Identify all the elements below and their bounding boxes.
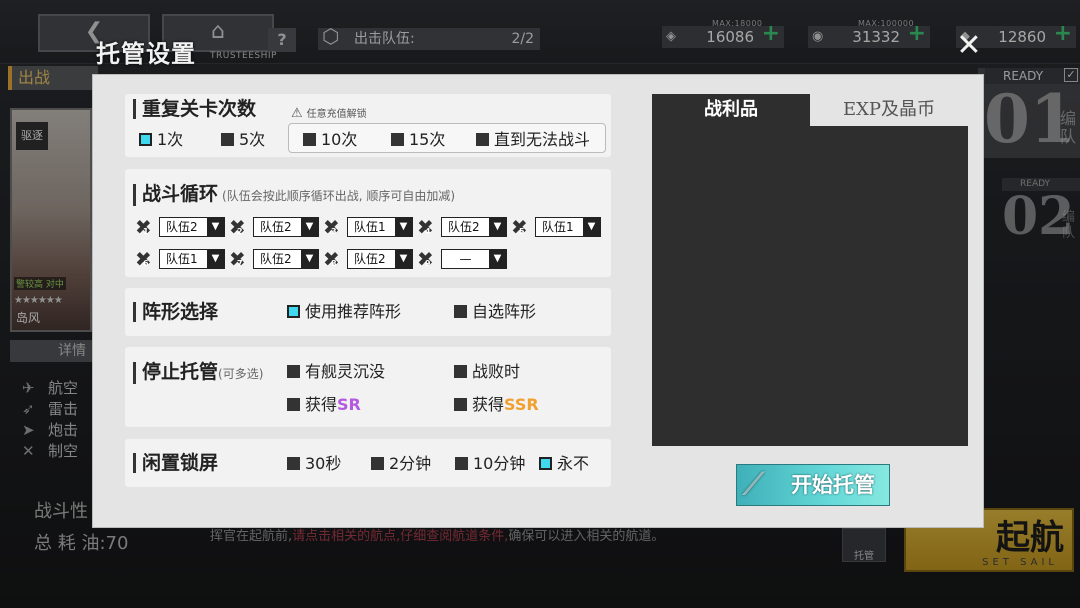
cycle-select[interactable]: 队伍1 ▼ — [347, 217, 413, 237]
checkbox[interactable] — [454, 365, 467, 378]
fleet-slot-icon: ✖ 4 — [417, 215, 434, 239]
cycle-description: (队伍会按此顺序循环出战, 顺序可自由加减) — [222, 189, 456, 203]
tab-loot[interactable]: 战利品 — [652, 94, 810, 126]
fleet-slot-icon: ✖ 9 — [417, 247, 434, 271]
dropdown-arrow-icon: ▼ — [395, 218, 412, 236]
cycle-select[interactable]: 队伍2 ▼ — [159, 217, 225, 237]
checkbox[interactable] — [287, 305, 300, 318]
chevron-decoration-icon: ⟋ — [743, 467, 764, 502]
stop-on-ssr[interactable]: 获得SSR — [454, 396, 539, 414]
idle-title: 闲置锁屏 — [133, 453, 218, 473]
formation-recommended[interactable]: 使用推荐阵形 — [287, 303, 401, 321]
close-x-icon: ✕ — [956, 28, 982, 63]
stop-section: 停止托管(可多选) 有舰灵沉没 战败时 获得SR 获得SSR — [125, 347, 611, 427]
checkbox[interactable] — [221, 133, 234, 146]
stop-on-defeat[interactable]: 战败时 — [454, 363, 520, 381]
stop-note: (可多选) — [218, 367, 264, 381]
checkbox[interactable] — [371, 457, 384, 470]
idle-10min[interactable]: 10分钟 — [455, 455, 525, 473]
cycle-select[interactable]: 队伍1 ▼ — [535, 217, 601, 237]
repeat-warning: ⚠ 任意充值解锁 — [291, 106, 367, 121]
dropdown-arrow-icon: ▼ — [301, 218, 318, 236]
repeat-title: 重复关卡次数 — [133, 99, 256, 119]
start-trusteeship-button[interactable]: ⟋ 开始托管 — [736, 464, 890, 506]
cycle-title: 战斗循环 (队伍会按此顺序循环出战, 顺序可自由加减) — [133, 184, 455, 206]
cycle-select[interactable]: — ▼ — [441, 249, 507, 269]
checkbox[interactable] — [287, 365, 300, 378]
checkbox[interactable] — [476, 133, 489, 146]
cycle-select[interactable]: 队伍2 ▼ — [441, 217, 507, 237]
dropdown-arrow-icon: ▼ — [583, 218, 600, 236]
idle-never[interactable]: 永不 — [539, 455, 589, 473]
fleet-slot-icon: ✖ 3 — [323, 215, 340, 239]
dropdown-arrow-icon: ▼ — [489, 218, 506, 236]
fleet-slot-icon: ✖ 5 — [511, 215, 528, 239]
dropdown-arrow-icon: ▼ — [207, 218, 224, 236]
checkbox[interactable] — [287, 398, 300, 411]
checkbox[interactable] — [454, 305, 467, 318]
checkbox[interactable] — [287, 457, 300, 470]
formation-title: 阵形选择 — [133, 302, 218, 322]
stop-title: 停止托管(可多选) — [133, 362, 263, 384]
stop-on-sr[interactable]: 获得SR — [287, 396, 361, 414]
modal-subtitle: TRUSTEESHIP — [210, 51, 277, 61]
loot-panel: 战利品 EXP及晶币 — [652, 94, 968, 446]
checkbox[interactable] — [454, 398, 467, 411]
modal-title: 托管设置 — [96, 40, 196, 68]
repeat-option-until-unable[interactable]: 直到无法战斗 — [476, 131, 590, 149]
idle-30s[interactable]: 30秒 — [287, 455, 341, 473]
repeat-section: 重复关卡次数 ⚠ 任意充值解锁 1次 5次 10次 15次 直到无法战斗 — [125, 94, 611, 157]
checkbox[interactable] — [139, 133, 152, 146]
stop-on-sunk[interactable]: 有舰灵沉没 — [287, 363, 385, 381]
fleet-slot-icon: ✖ 6 — [135, 247, 152, 271]
dropdown-arrow-icon: ▼ — [207, 250, 224, 268]
checkbox[interactable] — [455, 457, 468, 470]
repeat-option-5[interactable]: 5次 — [221, 131, 265, 149]
cycle-select[interactable]: 队伍2 ▼ — [253, 217, 319, 237]
idle-section: 闲置锁屏 30秒 2分钟 10分钟 永不 — [125, 439, 611, 487]
cycle-select[interactable]: 队伍2 ▼ — [347, 249, 413, 269]
formation-section: 阵形选择 使用推荐阵形 自选阵形 — [125, 288, 611, 336]
close-button[interactable]: ✕ — [954, 31, 984, 62]
fleet-slot-icon: ✖ 7 — [229, 247, 246, 271]
cycle-select[interactable]: 队伍2 ▼ — [253, 249, 319, 269]
idle-2min[interactable]: 2分钟 — [371, 455, 431, 473]
dropdown-arrow-icon: ▼ — [489, 250, 506, 268]
repeat-option-10[interactable]: 10次 — [303, 131, 357, 149]
fleet-slot-icon: ✖ 8 — [323, 247, 340, 271]
repeat-option-1[interactable]: 1次 — [139, 131, 183, 149]
checkbox[interactable] — [303, 133, 316, 146]
cycle-select[interactable]: 队伍1 ▼ — [159, 249, 225, 269]
tab-exp-crystal[interactable]: EXP及晶币 — [810, 94, 968, 126]
repeat-option-15[interactable]: 15次 — [391, 131, 445, 149]
formation-custom[interactable]: 自选阵形 — [454, 303, 536, 321]
cycle-section: 战斗循环 (队伍会按此顺序循环出战, 顺序可自由加减) ✖ 1 队伍2 ▼ ✖ 2 队伍… — [125, 169, 611, 277]
dropdown-arrow-icon: ▼ — [395, 250, 412, 268]
checkbox[interactable] — [391, 133, 404, 146]
dropdown-arrow-icon: ▼ — [301, 250, 318, 268]
warning-icon: ⚠ — [291, 106, 303, 121]
fleet-slot-icon: ✖ 2 — [229, 215, 246, 239]
fleet-slot-icon: ✖ 1 — [135, 215, 152, 239]
checkbox[interactable] — [539, 457, 552, 470]
